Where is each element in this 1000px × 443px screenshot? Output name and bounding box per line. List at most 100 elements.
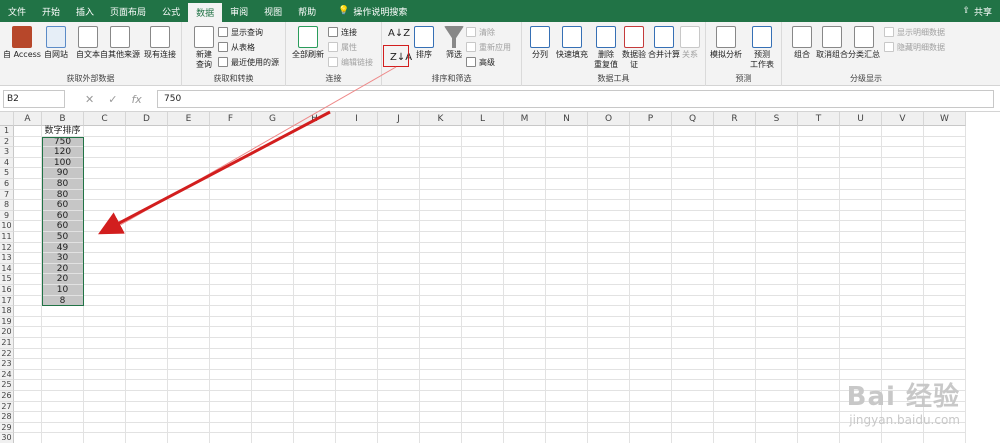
cell-M21[interactable]: [504, 338, 546, 349]
cell-U17[interactable]: [840, 295, 882, 307]
cell-Q20[interactable]: [672, 327, 714, 338]
cell-V21[interactable]: [882, 338, 924, 349]
cell-I11[interactable]: [336, 232, 378, 243]
row-header-1[interactable]: 1: [0, 126, 14, 137]
cell-O7[interactable]: [588, 189, 630, 201]
cell-B15[interactable]: 20: [42, 274, 84, 285]
cell-Q7[interactable]: [672, 189, 714, 201]
cell-G26[interactable]: [252, 391, 294, 402]
cell-E19[interactable]: [168, 316, 210, 328]
cell-T8[interactable]: [798, 200, 840, 211]
cell-E20[interactable]: [168, 327, 210, 338]
connections-button[interactable]: 连接: [328, 26, 357, 38]
cell-I23[interactable]: [336, 359, 378, 370]
cell-A1[interactable]: [14, 126, 42, 137]
cell-U23[interactable]: [840, 359, 882, 370]
cell-G9[interactable]: [252, 210, 294, 222]
cell-N30[interactable]: [546, 433, 588, 443]
row-header-22[interactable]: 22: [0, 348, 14, 360]
cell-K1[interactable]: [420, 126, 462, 137]
cell-O10[interactable]: [588, 221, 630, 232]
cell-K30[interactable]: [420, 433, 462, 443]
cell-U5[interactable]: [840, 168, 882, 179]
cell-J10[interactable]: [378, 221, 420, 232]
cell-R25[interactable]: [714, 380, 756, 391]
cell-A20[interactable]: [14, 327, 42, 338]
cell-I27[interactable]: [336, 401, 378, 413]
cell-F24[interactable]: [210, 369, 252, 381]
cell-V23[interactable]: [882, 359, 924, 370]
cell-C28[interactable]: [84, 412, 126, 423]
cell-P17[interactable]: [630, 295, 672, 307]
cell-H19[interactable]: [294, 316, 336, 328]
cell-D15[interactable]: [126, 274, 168, 285]
cell-O22[interactable]: [588, 348, 630, 360]
cell-K28[interactable]: [420, 412, 462, 423]
cell-T18[interactable]: [798, 306, 840, 317]
column-header-E[interactable]: E: [168, 112, 210, 126]
cell-A28[interactable]: [14, 412, 42, 423]
cell-O29[interactable]: [588, 422, 630, 434]
cell-O1[interactable]: [588, 126, 630, 137]
cell-I30[interactable]: [336, 433, 378, 443]
cell-N8[interactable]: [546, 200, 588, 211]
cell-P26[interactable]: [630, 391, 672, 402]
cell-N23[interactable]: [546, 359, 588, 370]
cell-E8[interactable]: [168, 200, 210, 211]
cell-M10[interactable]: [504, 221, 546, 232]
column-header-R[interactable]: R: [714, 112, 756, 126]
cell-H13[interactable]: [294, 253, 336, 264]
cell-D10[interactable]: [126, 221, 168, 232]
cell-Q1[interactable]: [672, 126, 714, 137]
cell-H27[interactable]: [294, 401, 336, 413]
cell-L6[interactable]: [462, 179, 504, 190]
cell-V7[interactable]: [882, 189, 924, 201]
cell-I24[interactable]: [336, 369, 378, 381]
cell-J23[interactable]: [378, 359, 420, 370]
cell-S25[interactable]: [756, 380, 798, 391]
cell-L18[interactable]: [462, 306, 504, 317]
cell-G27[interactable]: [252, 401, 294, 413]
cell-H18[interactable]: [294, 306, 336, 317]
cell-P25[interactable]: [630, 380, 672, 391]
cell-I3[interactable]: [336, 147, 378, 158]
cell-P18[interactable]: [630, 306, 672, 317]
cell-N22[interactable]: [546, 348, 588, 360]
tab-3[interactable]: 页面布局: [102, 0, 154, 22]
cell-A23[interactable]: [14, 359, 42, 370]
cell-D27[interactable]: [126, 401, 168, 413]
cell-T22[interactable]: [798, 348, 840, 360]
cell-G16[interactable]: [252, 285, 294, 296]
cell-E27[interactable]: [168, 401, 210, 413]
cell-K17[interactable]: [420, 295, 462, 307]
cell-P6[interactable]: [630, 179, 672, 190]
cell-V30[interactable]: [882, 433, 924, 443]
cell-F1[interactable]: [210, 126, 252, 137]
cell-E9[interactable]: [168, 210, 210, 222]
cell-G18[interactable]: [252, 306, 294, 317]
cell-L21[interactable]: [462, 338, 504, 349]
cell-E18[interactable]: [168, 306, 210, 317]
cell-P16[interactable]: [630, 285, 672, 296]
cell-A25[interactable]: [14, 380, 42, 391]
row-header-18[interactable]: 18: [0, 306, 14, 317]
cell-F12[interactable]: [210, 242, 252, 254]
cell-C7[interactable]: [84, 189, 126, 201]
column-header-C[interactable]: C: [84, 112, 126, 126]
cell-J30[interactable]: [378, 433, 420, 443]
cell-S29[interactable]: [756, 422, 798, 434]
cell-U12[interactable]: [840, 242, 882, 254]
cell-B21[interactable]: [42, 338, 84, 349]
column-header-O[interactable]: O: [588, 112, 630, 126]
cell-D23[interactable]: [126, 359, 168, 370]
cell-N19[interactable]: [546, 316, 588, 328]
cell-M25[interactable]: [504, 380, 546, 391]
cell-M16[interactable]: [504, 285, 546, 296]
cell-T16[interactable]: [798, 285, 840, 296]
cell-G14[interactable]: [252, 263, 294, 275]
cell-M12[interactable]: [504, 242, 546, 254]
cell-K19[interactable]: [420, 316, 462, 328]
cell-G5[interactable]: [252, 168, 294, 179]
cell-W3[interactable]: [924, 147, 966, 158]
cell-L4[interactable]: [462, 157, 504, 169]
